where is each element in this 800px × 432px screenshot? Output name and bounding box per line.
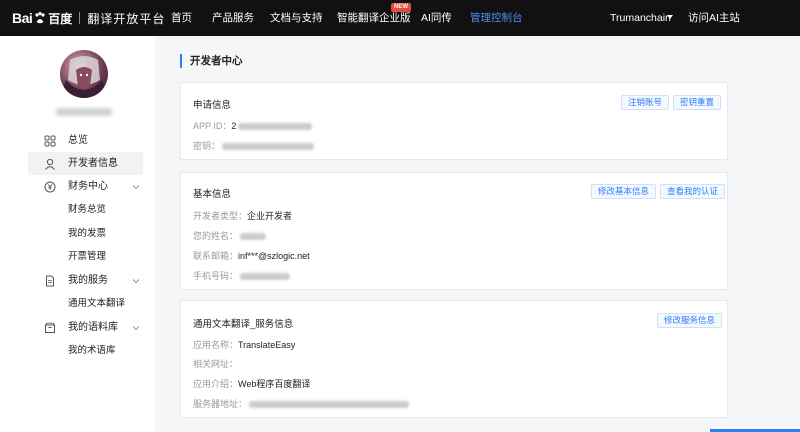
basic-info-card: 基本信息 修改基本信息 查看我的认证 开发者类型：企业开发者 您的姓名： 联系邮… bbox=[180, 172, 728, 290]
logo-du-text: 百度 bbox=[48, 11, 73, 26]
chevron-down-icon bbox=[132, 185, 140, 190]
intro-value: Web程序百度翻译 bbox=[238, 379, 311, 389]
avatar-image-icon bbox=[60, 56, 108, 98]
page-title: 开发者中心 bbox=[180, 54, 243, 68]
chevron-down-icon bbox=[132, 326, 140, 331]
sidebar-sub-text-translation[interactable]: 通用文本翻译 bbox=[68, 294, 125, 314]
intro-label: 应用介绍： bbox=[193, 379, 239, 389]
sidebar-item-label: 财务中心 bbox=[68, 181, 108, 192]
username-redacted bbox=[56, 108, 112, 116]
phone-label: 手机号码： bbox=[193, 271, 239, 281]
key-row: 密钥： bbox=[193, 139, 315, 152]
avatar[interactable] bbox=[60, 50, 108, 98]
sidebar-item-my-corpus[interactable]: 我的语料库 bbox=[28, 316, 143, 339]
edit-basic-info-button[interactable]: 修改基本信息 bbox=[591, 184, 657, 199]
edit-service-info-button[interactable]: 修改服务信息 bbox=[657, 313, 723, 328]
site-row: 相关网址： bbox=[193, 357, 238, 370]
sidebar-item-label: 开发者信息 bbox=[68, 158, 118, 169]
new-badge: NEW bbox=[391, 3, 411, 12]
app-name-value: TranslateEasy bbox=[238, 340, 296, 350]
nav-visit-ai[interactable]: 访问AI主站 bbox=[688, 0, 740, 36]
appid-value: 2 bbox=[231, 121, 237, 131]
logo-separator bbox=[79, 12, 81, 24]
nav-console[interactable]: 管理控制台 bbox=[470, 0, 523, 36]
nav-ai-interpret[interactable]: AI同传 bbox=[421, 0, 452, 36]
email-label: 联系邮箱： bbox=[193, 251, 239, 261]
intro-row: 应用介绍：Web程序百度翻译 bbox=[193, 377, 310, 390]
appid-row: APP ID：2 bbox=[193, 119, 313, 132]
sidebar-item-label: 总览 bbox=[68, 135, 88, 146]
sidebar-item-finance[interactable]: 财务中心 bbox=[28, 175, 143, 198]
key-label: 密钥： bbox=[193, 141, 221, 151]
cancel-account-button[interactable]: 注销账号 bbox=[621, 95, 670, 110]
application-info-card: 申请信息 注销账号 密钥重置 APP ID：2 密钥： bbox=[180, 82, 728, 160]
email-value: inf***@szlogic.net bbox=[238, 251, 310, 261]
sidebar-sub-my-termbase[interactable]: 我的术语库 bbox=[68, 341, 116, 361]
nav-products[interactable]: 产品服务 bbox=[212, 0, 254, 36]
developer-type-value: 企业开发者 bbox=[247, 211, 293, 221]
chevron-down-icon bbox=[132, 279, 140, 284]
top-navbar: Bai 百度 翻译开放平台 首页 产品服务 文档与支持 智能翻译企业版 NEW … bbox=[0, 0, 800, 36]
service-info-card: 通用文本翻译_服务信息 修改服务信息 应用名称：TranslateEasy 相关… bbox=[180, 300, 728, 418]
sidebar-item-developer-info[interactable]: 开发者信息 bbox=[28, 152, 143, 175]
sidebar-item-overview[interactable]: 总览 bbox=[28, 129, 143, 152]
grid-icon bbox=[44, 135, 56, 147]
server-row: 服务器地址： bbox=[193, 397, 410, 410]
sidebar-item-my-services[interactable]: 我的服务 bbox=[28, 269, 143, 292]
name-redacted bbox=[240, 233, 267, 241]
card-title: 申请信息 bbox=[193, 100, 232, 111]
phone-row: 手机号码： bbox=[193, 269, 291, 282]
reset-key-button[interactable]: 密钥重置 bbox=[673, 95, 722, 110]
server-label: 服务器地址： bbox=[193, 399, 248, 409]
platform-name: 翻译开放平台 bbox=[87, 11, 166, 26]
card-title: 基本信息 bbox=[193, 189, 232, 200]
yen-circle-icon bbox=[44, 181, 56, 193]
phone-redacted bbox=[240, 273, 291, 281]
appid-redacted bbox=[238, 123, 313, 131]
developer-type-row: 开发者类型：企业开发者 bbox=[193, 209, 292, 222]
user-menu[interactable]: Trumanchain bbox=[610, 0, 671, 36]
document-icon bbox=[46, 275, 54, 287]
developer-type-label: 开发者类型： bbox=[193, 211, 248, 221]
view-verification-button[interactable]: 查看我的认证 bbox=[660, 184, 726, 199]
email-row: 联系邮箱：inf***@szlogic.net bbox=[193, 249, 310, 262]
sidebar-sub-finance-overview[interactable]: 财务总览 bbox=[68, 200, 106, 220]
site-label: 相关网址： bbox=[193, 359, 239, 369]
logo-bai-text: Bai bbox=[12, 10, 33, 26]
name-row: 您的姓名： bbox=[193, 229, 267, 242]
sidebar-sub-invoice-management[interactable]: 开票管理 bbox=[68, 247, 106, 267]
appid-label: APP ID： bbox=[193, 121, 232, 131]
name-label: 您的姓名： bbox=[193, 231, 239, 241]
user-icon bbox=[45, 158, 55, 170]
paw-icon bbox=[35, 12, 45, 24]
chevron-down-icon[interactable] bbox=[667, 15, 673, 19]
baidu-logo[interactable]: Bai 百度 翻译开放平台 bbox=[12, 9, 165, 27]
sidebar-item-label: 我的服务 bbox=[68, 275, 108, 286]
sidebar-item-label: 我的语料库 bbox=[68, 322, 118, 333]
card-title: 通用文本翻译_服务信息 bbox=[193, 319, 294, 330]
nav-home[interactable]: 首页 bbox=[171, 0, 192, 36]
app-name-row: 应用名称：TranslateEasy bbox=[193, 338, 295, 351]
key-redacted bbox=[222, 143, 315, 151]
app-name-label: 应用名称： bbox=[193, 340, 239, 350]
server-redacted bbox=[249, 401, 410, 409]
sidebar-sub-my-invoices[interactable]: 我的发票 bbox=[68, 224, 106, 244]
box-icon bbox=[45, 322, 55, 333]
nav-docs[interactable]: 文档与支持 bbox=[270, 0, 323, 36]
